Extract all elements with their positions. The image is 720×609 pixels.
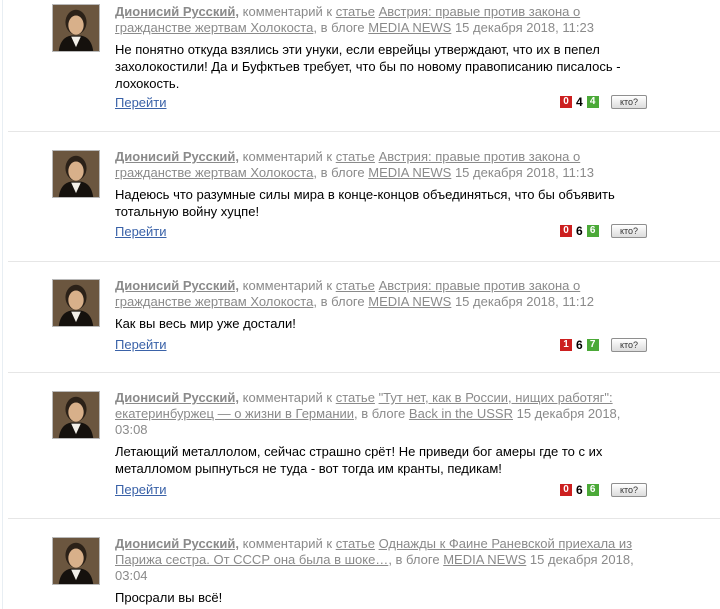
goto-link[interactable]: Перейти <box>115 224 167 239</box>
who-voted-button[interactable]: кто? <box>611 338 647 352</box>
comment-text: Просрали вы всё! <box>115 590 223 605</box>
divider <box>8 261 720 262</box>
article-label-link[interactable]: статье <box>336 4 375 19</box>
vote-counter: 0 6 6 <box>560 225 599 237</box>
goto-link[interactable]: Перейти <box>115 95 167 110</box>
comment-label: комментарий к <box>242 278 333 293</box>
comment-date: 15 декабря 2018, 11:23 <box>454 20 594 35</box>
author-link[interactable]: Дионисий Русский, <box>115 278 239 293</box>
plus-votes[interactable]: 7 <box>586 339 599 351</box>
comment-label: комментарий к <box>242 536 333 551</box>
comment-date: 15 декабря 2018, 11:12 <box>454 294 594 309</box>
author-link[interactable]: Дионисий Русский, <box>115 149 239 164</box>
plus-votes[interactable]: 4 <box>586 96 599 108</box>
plus-votes[interactable]: 6 <box>586 225 599 237</box>
divider <box>8 131 720 132</box>
comment-body: Дионисий Русский, комментарий к статье А… <box>115 4 637 92</box>
comment-body: Дионисий Русский, комментарий к статье О… <box>115 536 637 606</box>
comment-label: комментарий к <box>242 4 333 19</box>
comment-label: комментарий к <box>242 390 333 405</box>
author-portrait-image <box>53 280 99 326</box>
author-portrait-image <box>53 538 99 584</box>
avatar[interactable] <box>52 150 100 198</box>
comment-text: Надеюсь что разумные силы мира в конце-к… <box>115 187 615 219</box>
article-label-link[interactable]: статье <box>336 390 375 405</box>
divider <box>8 518 720 519</box>
author-portrait-image <box>53 392 99 438</box>
blog-link[interactable]: Back in the USSR <box>409 406 513 421</box>
comment-header: Дионисий Русский, комментарий к статье А… <box>115 278 637 310</box>
comment-text: Не понятно откуда взялись эти унуки, есл… <box>115 42 621 91</box>
blog-label: , в блоге <box>354 406 406 421</box>
who-voted-button[interactable]: кто? <box>611 224 647 238</box>
author-link[interactable]: Дионисий Русский, <box>115 390 239 405</box>
blog-label: , в блоге <box>313 165 365 180</box>
comment-header: Дионисий Русский, комментарий к статье "… <box>115 390 637 438</box>
vote-total: 4 <box>576 95 583 109</box>
blog-label: , в блоге <box>313 294 365 309</box>
comment-text: Летающий металлолом, сейчас страшно срёт… <box>115 444 603 476</box>
blog-link[interactable]: MEDIA NEWS <box>368 294 451 309</box>
comment-body: Дионисий Русский, комментарий к статье А… <box>115 149 637 220</box>
minus-votes[interactable]: 0 <box>560 225 572 237</box>
blog-link[interactable]: MEDIA NEWS <box>368 165 451 180</box>
who-voted-button[interactable]: кто? <box>611 483 647 497</box>
vote-counter: 0 6 6 <box>560 484 599 496</box>
left-border-line <box>2 0 3 609</box>
goto-link[interactable]: Перейти <box>115 482 167 497</box>
minus-votes[interactable]: 1 <box>560 339 572 351</box>
comment-header: Дионисий Русский, комментарий к статье А… <box>115 149 637 181</box>
comment-label: комментарий к <box>242 149 333 164</box>
goto-link[interactable]: Перейти <box>115 337 167 352</box>
avatar[interactable] <box>52 4 100 52</box>
blog-label: , в блоге <box>313 20 365 35</box>
comment-text: Как вы весь мир уже достали! <box>115 316 296 331</box>
minus-votes[interactable]: 0 <box>560 96 572 108</box>
article-label-link[interactable]: статье <box>336 278 375 293</box>
comment-header: Дионисий Русский, комментарий к статье А… <box>115 4 637 36</box>
blog-link[interactable]: MEDIA NEWS <box>443 552 526 567</box>
divider <box>8 372 720 373</box>
vote-total: 6 <box>576 224 583 238</box>
vote-counter: 0 4 4 <box>560 96 599 108</box>
comment-body: Дионисий Русский, комментарий к статье "… <box>115 390 637 477</box>
comment-date: 15 декабря 2018, 11:13 <box>454 165 594 180</box>
vote-total: 6 <box>576 338 583 352</box>
avatar[interactable] <box>52 537 100 585</box>
article-label-link[interactable]: статье <box>336 536 375 551</box>
comment-body: Дионисий Русский, комментарий к статье А… <box>115 278 637 332</box>
comment-header: Дионисий Русский, комментарий к статье О… <box>115 536 637 584</box>
minus-votes[interactable]: 0 <box>560 484 572 496</box>
blog-link[interactable]: MEDIA NEWS <box>368 20 451 35</box>
article-label-link[interactable]: статье <box>336 149 375 164</box>
author-link[interactable]: Дионисий Русский, <box>115 4 239 19</box>
vote-counter: 1 6 7 <box>560 339 599 351</box>
author-link[interactable]: Дионисий Русский, <box>115 536 239 551</box>
author-portrait-image <box>53 151 99 197</box>
blog-label: , в блоге <box>388 552 440 567</box>
author-portrait-image <box>53 5 99 51</box>
vote-total: 6 <box>576 483 583 497</box>
plus-votes[interactable]: 6 <box>586 484 599 496</box>
avatar[interactable] <box>52 279 100 327</box>
who-voted-button[interactable]: кто? <box>611 95 647 109</box>
avatar[interactable] <box>52 391 100 439</box>
